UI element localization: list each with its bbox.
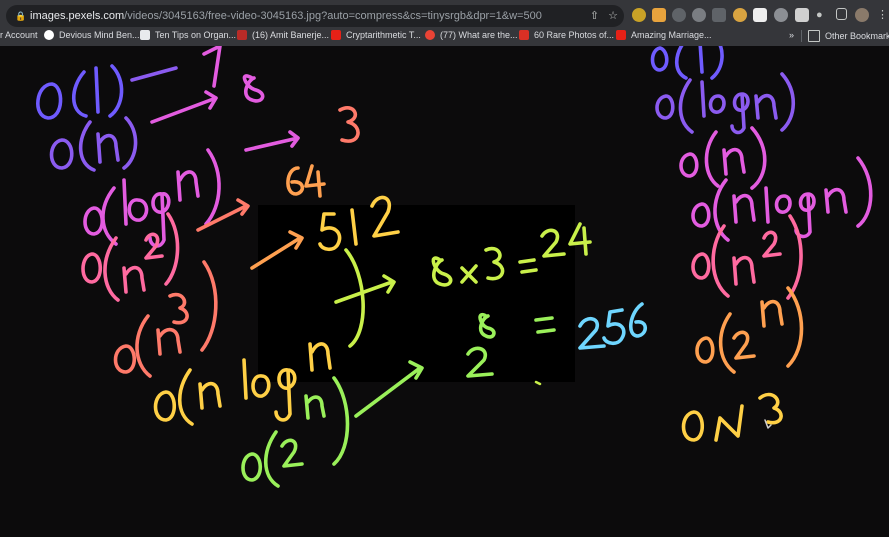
google-icon (44, 30, 54, 40)
bookmark-item[interactable]: Cryptarithmetic T... (331, 30, 421, 40)
bookmark-item[interactable]: r Account (0, 30, 38, 40)
divider (801, 30, 802, 42)
address-bar[interactable]: 🔒 images.pexels.com/videos/3045163/free-… (6, 5, 624, 27)
bookmark-label: Cryptarithmetic T... (346, 30, 421, 40)
sidepanel-icon[interactable] (836, 8, 847, 20)
extension-icon-7[interactable] (774, 8, 788, 22)
quora-icon (237, 30, 247, 40)
bookmark-item[interactable]: Devious Mind Ben... (44, 30, 140, 40)
extension-icon-5[interactable] (712, 8, 726, 22)
folder-icon (808, 30, 820, 42)
extension-icon-6[interactable] (753, 8, 767, 22)
site-icon (519, 30, 529, 40)
bookmark-item[interactable]: Amazing Marriage... (616, 30, 712, 40)
video-frame (258, 205, 575, 382)
extension-icon-4[interactable] (692, 8, 706, 22)
bookmark-label: Ten Tips on Organ... (155, 30, 237, 40)
avatar[interactable] (855, 8, 869, 22)
bookmark-label: Amazing Marriage... (631, 30, 712, 40)
star-icon[interactable]: ☆ (608, 9, 618, 22)
youtube-icon (616, 30, 626, 40)
share-icon[interactable]: ⇧ (590, 9, 599, 22)
image-viewport (0, 46, 889, 537)
extension-icon-8[interactable] (795, 8, 809, 22)
bookmark-label: r Account (0, 30, 38, 40)
url-host: images.pexels.com (30, 10, 125, 22)
bookmark-label: (16) Amit Banerje... (252, 30, 330, 40)
bookmark-label: Devious Mind Ben... (59, 30, 140, 40)
other-bookmarks-label: Other Bookmarks (825, 31, 889, 41)
other-bookmarks[interactable]: Other Bookmarks (808, 30, 889, 42)
extension-icon-2[interactable] (652, 8, 666, 22)
refresh-icon (425, 30, 435, 40)
overflow-label: » (789, 30, 795, 40)
cookie-extension-icon[interactable] (733, 8, 747, 22)
bookmark-item[interactable]: Ten Tips on Organ... (140, 30, 236, 40)
bookmark-item[interactable]: 60 Rare Photos of... (519, 30, 614, 40)
menu-icon[interactable]: ⋮ (877, 8, 888, 22)
site-icon (140, 30, 150, 40)
lock-icon: 🔒 (15, 11, 27, 21)
browser-chrome: 🔒 images.pexels.com/videos/3045163/free-… (0, 0, 889, 46)
bookmark-item[interactable]: (77) What are the... (425, 30, 518, 40)
extension-icon-1[interactable] (632, 8, 646, 22)
bookmarks-overflow-button[interactable]: » (789, 30, 794, 40)
youtube-icon (331, 30, 341, 40)
url-path: /videos/3045163/free-video-3045163.jpg?a… (124, 10, 542, 22)
address-url[interactable]: images.pexels.com/videos/3045163/free-vi… (30, 10, 542, 22)
handwritten-whiteboard (0, 46, 889, 537)
bookmark-item[interactable]: (16) Amit Banerje... (237, 30, 329, 40)
puzzle-icon[interactable]: ● (816, 8, 830, 22)
bookmarks-bar: r Account Devious Mind Ben... Ten Tips o… (0, 28, 889, 46)
extension-icon-3[interactable] (672, 8, 686, 22)
bookmark-label: 60 Rare Photos of... (534, 30, 615, 40)
bookmark-label: (77) What are the... (440, 30, 518, 40)
